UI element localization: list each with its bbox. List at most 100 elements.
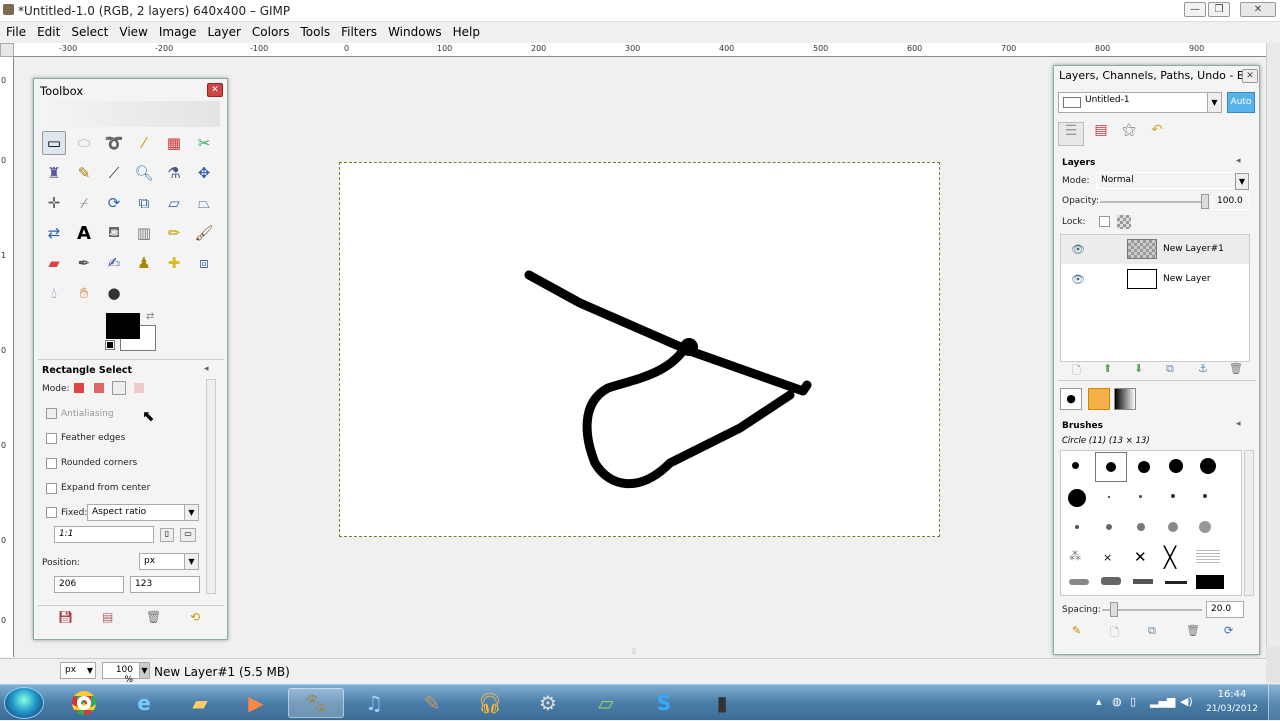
mode-add-icon[interactable] xyxy=(94,383,104,393)
clone-tool-icon[interactable]: ♟ xyxy=(132,251,156,275)
brush-item[interactable] xyxy=(1196,549,1220,563)
brush-grid[interactable]: ⁂ × ✕ ╳ xyxy=(1060,450,1242,596)
horizontal-scroll-grip[interactable]: ⦙⦙ xyxy=(632,647,636,657)
app-icon[interactable]: ✎ xyxy=(404,688,460,718)
chrome-icon[interactable] xyxy=(56,688,112,718)
menu-tools[interactable]: Tools xyxy=(295,22,336,39)
rotate-tool-icon[interactable]: ⟳ xyxy=(102,191,126,215)
foreground-color-swatch[interactable] xyxy=(106,313,140,339)
brush-item[interactable] xyxy=(1139,495,1142,498)
image-selector-dropdown[interactable]: Untitled-1 ▼ xyxy=(1058,92,1222,113)
toolbox-close-button[interactable]: ✕ xyxy=(207,83,223,97)
delete-brush-icon[interactable]: 🗑︎ xyxy=(1186,624,1200,637)
close-button[interactable]: ✕ xyxy=(1240,2,1276,17)
brush-item[interactable] xyxy=(1199,521,1211,533)
position-unit-dropdown[interactable]: px ▼ xyxy=(139,553,199,570)
dock-close-button[interactable]: ✕ xyxy=(1242,69,1258,83)
folder-icon[interactable]: ▰ xyxy=(172,688,228,718)
new-layer-icon[interactable]: 🗋 xyxy=(1072,362,1081,381)
restore-options-icon[interactable]: ▤ xyxy=(102,610,113,624)
start-button-icon[interactable] xyxy=(4,687,44,719)
brush-item[interactable] xyxy=(1171,494,1175,498)
brush-item[interactable]: × xyxy=(1103,551,1112,564)
blend-tool-icon[interactable]: ▥ xyxy=(132,221,156,245)
antialiasing-checkbox[interactable] xyxy=(46,408,57,419)
battery-icon[interactable]: ▯ xyxy=(1130,695,1136,708)
scissors-tool-icon[interactable]: ✂ xyxy=(192,131,216,155)
brush-item[interactable]: ⁂ xyxy=(1069,549,1081,563)
configure-tab-icon[interactable]: ◂ xyxy=(1236,419,1241,429)
bucket-fill-tool-icon[interactable]: ⛾ xyxy=(102,221,126,245)
brush-item[interactable] xyxy=(1106,524,1112,530)
flip-tool-icon[interactable]: ⇄ xyxy=(42,221,66,245)
pencil-tool-icon[interactable]: ✏ xyxy=(162,221,186,245)
horizontal-ruler[interactable]: -300 -200 -100 0 100 200 300 400 500 600… xyxy=(14,43,1266,57)
brush-item[interactable] xyxy=(1168,522,1178,532)
tool-options-scrollbar[interactable] xyxy=(206,379,216,594)
menu-filters[interactable]: Filters xyxy=(335,22,382,39)
opacity-input[interactable]: 100.0 xyxy=(1212,193,1250,210)
eye-icon[interactable]: 👁︎ xyxy=(1071,243,1085,256)
free-select-tool-icon[interactable]: ➰ xyxy=(102,131,126,155)
paths-tab-icon[interactable]: ⚝ xyxy=(1116,122,1142,146)
menu-edit[interactable]: Edit xyxy=(31,22,65,39)
undo-tab-icon[interactable]: ↶ xyxy=(1144,122,1170,146)
expand-from-center-checkbox[interactable] xyxy=(46,483,57,494)
skype-icon[interactable]: S xyxy=(636,688,692,718)
airbrush-tool-icon[interactable]: ✒ xyxy=(72,251,96,275)
brush-item[interactable] xyxy=(1137,523,1145,531)
save-options-icon[interactable]: 💾︎ xyxy=(58,610,73,624)
menu-windows[interactable]: Windows xyxy=(382,22,447,39)
tray-arrow-icon[interactable]: ▴ xyxy=(1096,695,1102,708)
brush-item[interactable] xyxy=(1169,459,1183,473)
ellipse-select-tool-icon[interactable]: ⬭ xyxy=(72,131,96,155)
eye-icon[interactable]: 👁︎ xyxy=(1071,273,1085,286)
headphones-icon[interactable]: 🎧︎ xyxy=(462,688,518,718)
eraser-tool-icon[interactable]: ▰ xyxy=(42,251,66,275)
feather-edges-checkbox[interactable] xyxy=(46,433,57,444)
swap-colors-icon[interactable]: ⇄ xyxy=(146,311,154,322)
dodge-burn-tool-icon[interactable]: ● xyxy=(102,281,126,305)
shear-tool-icon[interactable]: ▱ xyxy=(162,191,186,215)
edit-brush-icon[interactable]: ✎ xyxy=(1072,624,1081,637)
reset-options-icon[interactable]: ⟲ xyxy=(190,610,200,624)
fixed-mode-dropdown[interactable]: Aspect ratio ▼ xyxy=(87,504,199,521)
patterns-tab-icon[interactable] xyxy=(1088,388,1110,410)
opacity-slider-track[interactable] xyxy=(1100,201,1208,203)
clock-date[interactable]: 21/03/2012 xyxy=(1200,704,1264,714)
menu-layer[interactable]: Layer xyxy=(201,22,245,39)
portrait-icon[interactable]: ▯ xyxy=(160,528,174,542)
text-tool-icon[interactable]: A xyxy=(72,221,96,245)
aspect-ratio-input[interactable]: 1:1 xyxy=(54,526,154,543)
smudge-tool-icon[interactable]: ✋︎ xyxy=(72,281,96,305)
brush-item[interactable] xyxy=(1075,525,1079,529)
fixed-checkbox[interactable] xyxy=(46,507,57,518)
brush-item[interactable] xyxy=(1196,575,1224,589)
duplicate-layer-icon[interactable]: ⧉ xyxy=(1166,362,1174,376)
spacing-input[interactable]: 20.0 xyxy=(1206,601,1244,618)
minimize-button[interactable]: — xyxy=(1184,2,1206,17)
scale-tool-icon[interactable]: ⧉ xyxy=(132,191,156,215)
delete-options-icon[interactable]: 🗑︎ xyxy=(146,610,161,624)
paths-tool-icon[interactable]: ✎ xyxy=(72,161,96,185)
clock-time[interactable]: 16:44 xyxy=(1204,689,1260,700)
menu-file[interactable]: File xyxy=(0,22,31,39)
wilber-drop-area[interactable] xyxy=(40,101,220,127)
rect-select-tool-icon[interactable]: ▭ xyxy=(42,131,66,155)
auto-button[interactable]: Auto xyxy=(1227,92,1255,113)
layers-tab-icon[interactable]: ☰ xyxy=(1058,122,1084,146)
anchor-layer-icon[interactable]: ⚓︎ xyxy=(1198,362,1208,375)
menu-view[interactable]: View xyxy=(113,22,152,39)
select-by-color-tool-icon[interactable]: ▦ xyxy=(162,131,186,155)
app-icon[interactable]: ▮ xyxy=(694,688,750,718)
position-x-input[interactable]: 206 xyxy=(54,576,124,593)
network-icon[interactable]: ▂▄▆ xyxy=(1150,695,1175,708)
refresh-brushes-icon[interactable]: ⟳ xyxy=(1224,624,1233,637)
menu-select[interactable]: Select xyxy=(65,22,113,39)
brush-item[interactable] xyxy=(1068,489,1086,507)
mode-replace-icon[interactable] xyxy=(74,383,84,393)
color-picker-tool-icon[interactable]: ⟋ xyxy=(102,161,126,185)
vertical-ruler[interactable]: 0 0 1 0 0 0 0 xyxy=(0,57,14,657)
brush-item[interactable] xyxy=(1200,458,1216,474)
mode-intersect-icon[interactable] xyxy=(134,383,144,393)
